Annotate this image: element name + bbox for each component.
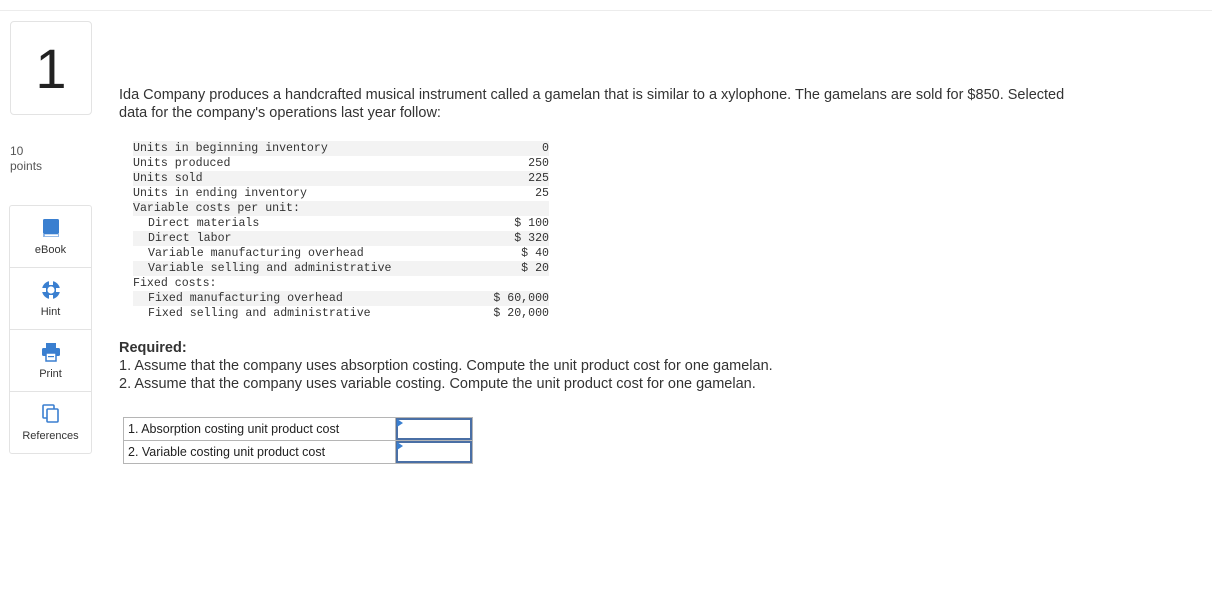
table-row: Units produced 250 — [133, 156, 549, 171]
row-value: $ 320 — [475, 231, 549, 246]
row-label: Units in ending inventory — [133, 187, 307, 200]
data-table: Units in beginning inventory 0 Units prod… — [133, 141, 549, 321]
print-label: Print — [39, 367, 62, 380]
answer-flag-icon — [397, 419, 403, 427]
row-label: Fixed manufacturing overhead — [133, 291, 476, 306]
absorption-cost-label: 1. Absorption costing unit product cost — [123, 417, 396, 441]
question-content: Ida Company produces a handcrafted music… — [119, 86, 1079, 122]
row-label: Units produced — [133, 157, 231, 170]
table-row: Units sold 225 — [133, 171, 549, 186]
ebook-label: eBook — [34, 243, 67, 256]
required-title: Required: — [119, 340, 187, 356]
variable-cost-input[interactable] — [396, 441, 472, 463]
table-row: Fixed costs: — [133, 276, 549, 291]
row-value — [475, 201, 549, 216]
answer-row: 2. Variable costing unit product cost — [123, 440, 473, 464]
variable-cost-label: 2. Variable costing unit product cost — [123, 440, 396, 464]
points-label: points — [10, 159, 43, 173]
table-row: Units in ending inventory 25 — [133, 186, 549, 201]
required-item: 1. Assume that the company uses absorpti… — [119, 358, 773, 374]
references-button[interactable]: References — [10, 392, 91, 453]
row-value: 25 — [535, 187, 549, 200]
row-value: $ 20,000 — [493, 307, 549, 320]
tools-panel: eBook Hint Print References — [9, 205, 92, 454]
variable-cost-cell — [395, 440, 473, 464]
table-row: Fixed manufacturing overhead $ 60,000 — [133, 291, 549, 306]
top-divider — [0, 10, 1212, 11]
points-info: 10 points — [10, 144, 42, 174]
points-value: 10 — [10, 144, 24, 158]
copy-icon — [41, 403, 59, 423]
required-section: Required: 1. Assume that the company use… — [119, 339, 773, 393]
question-number: 1 — [10, 21, 92, 115]
row-label: Variable selling and administrative — [133, 261, 476, 276]
references-label: References — [22, 429, 79, 442]
row-label: Direct labor — [133, 231, 476, 246]
row-value — [475, 276, 549, 291]
hint-label: Hint — [40, 305, 61, 318]
answer-row: 1. Absorption costing unit product cost — [123, 417, 473, 441]
row-label: Units in beginning inventory — [133, 141, 476, 156]
table-row: Units in beginning inventory 0 — [133, 141, 549, 156]
table-row: Variable costs per unit: — [133, 201, 549, 216]
table-row: Direct materials $ 100 — [133, 216, 549, 231]
answer-flag-icon — [397, 442, 403, 450]
row-label: Units sold — [133, 171, 476, 186]
book-icon — [42, 218, 59, 237]
row-label: Variable manufacturing overhead — [148, 247, 364, 260]
question-intro: Ida Company produces a handcrafted music… — [119, 87, 1065, 121]
table-row: Direct labor $ 320 — [133, 231, 549, 246]
row-label: Direct materials — [148, 217, 260, 230]
absorption-cost-input[interactable] — [396, 418, 472, 440]
hint-button[interactable]: Hint — [10, 268, 91, 330]
printer-icon — [41, 342, 60, 362]
required-item: 2. Assume that the company uses variable… — [119, 376, 756, 392]
row-value: 250 — [528, 157, 549, 170]
table-row: Fixed selling and administrative $ 20,000 — [133, 306, 549, 321]
row-value: $ 60,000 — [475, 291, 549, 306]
absorption-cost-cell — [395, 417, 473, 441]
answer-table: 1. Absorption costing unit product cost … — [123, 417, 473, 464]
row-value: $ 100 — [514, 217, 549, 230]
row-label: Fixed selling and administrative — [148, 307, 371, 320]
print-button[interactable]: Print — [10, 330, 91, 392]
life-ring-icon — [41, 280, 60, 299]
row-label: Variable costs per unit: — [133, 201, 476, 216]
row-value: $ 40 — [521, 247, 549, 260]
row-label: Fixed costs: — [133, 277, 217, 290]
table-row: Variable manufacturing overhead $ 40 — [133, 246, 549, 261]
table-row: Variable selling and administrative $ 20 — [133, 261, 549, 276]
row-value: 0 — [475, 141, 549, 156]
row-value: $ 20 — [475, 261, 549, 276]
ebook-button[interactable]: eBook — [10, 206, 91, 268]
row-value: 225 — [475, 171, 549, 186]
